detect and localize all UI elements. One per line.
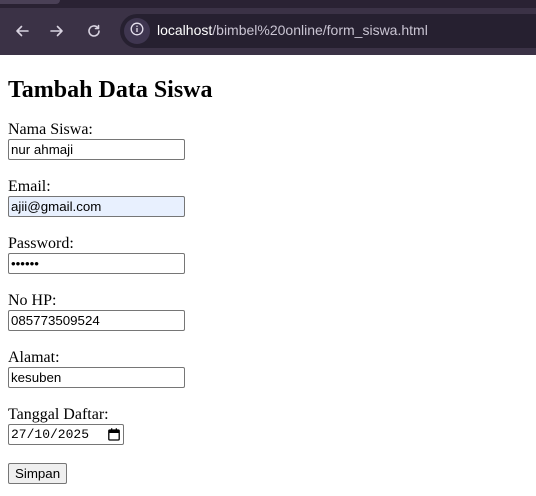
alamat-label: Alamat: [8,349,60,366]
page-content: Tambah Data Siswa Nama Siswa: Email: Pas… [8,55,528,484]
tanggal-input[interactable]: 27/10/2025 [8,424,124,445]
nama-label: Nama Siswa: [8,121,93,138]
tab-edge[interactable] [0,0,60,4]
password-label: Password: [8,235,74,252]
password-field: Password: [8,235,528,274]
alamat-field: Alamat: [8,349,528,388]
back-button[interactable] [10,19,34,43]
nama-input[interactable] [8,139,185,160]
browser-toolbar: localhost/bimbel%20online/form_siswa.htm… [0,0,536,55]
calendar-icon[interactable] [107,428,121,442]
page-title: Tambah Data Siswa [8,77,213,103]
password-input[interactable] [8,253,185,274]
no-hp-label: No HP: [8,292,57,309]
alamat-input[interactable] [8,367,185,388]
tanggal-value: 27/10/2025 [11,427,90,442]
arrow-right-icon [49,23,65,39]
no-hp-field: No HP: [8,292,528,331]
address-bar[interactable]: localhost/bimbel%20online/form_siswa.htm… [120,14,536,48]
reload-icon [86,23,102,39]
forward-button[interactable] [45,19,69,43]
simpan-button[interactable]: Simpan [8,463,68,484]
site-info-icon [130,22,144,41]
site-info-button[interactable] [124,18,150,44]
arrow-left-icon [14,23,30,39]
url-text[interactable]: localhost/bimbel%20online/form_siswa.htm… [157,22,428,38]
reload-button[interactable] [82,19,106,43]
tanggal-field: Tanggal Daftar: 27/10/2025 [8,406,528,445]
email-field: Email: [8,178,528,217]
url-host: localhost [157,22,213,38]
student-form: Nama Siswa: Email: Password: No HP: Alam… [8,121,528,484]
nama-field: Nama Siswa: [8,121,528,160]
no-hp-input[interactable] [8,310,185,331]
tanggal-label: Tanggal Daftar: [8,406,109,423]
email-input[interactable] [8,196,185,217]
tab-strip [0,0,536,8]
url-path: /bimbel%20online/form_siswa.html [212,22,428,38]
email-label: Email: [8,178,51,195]
